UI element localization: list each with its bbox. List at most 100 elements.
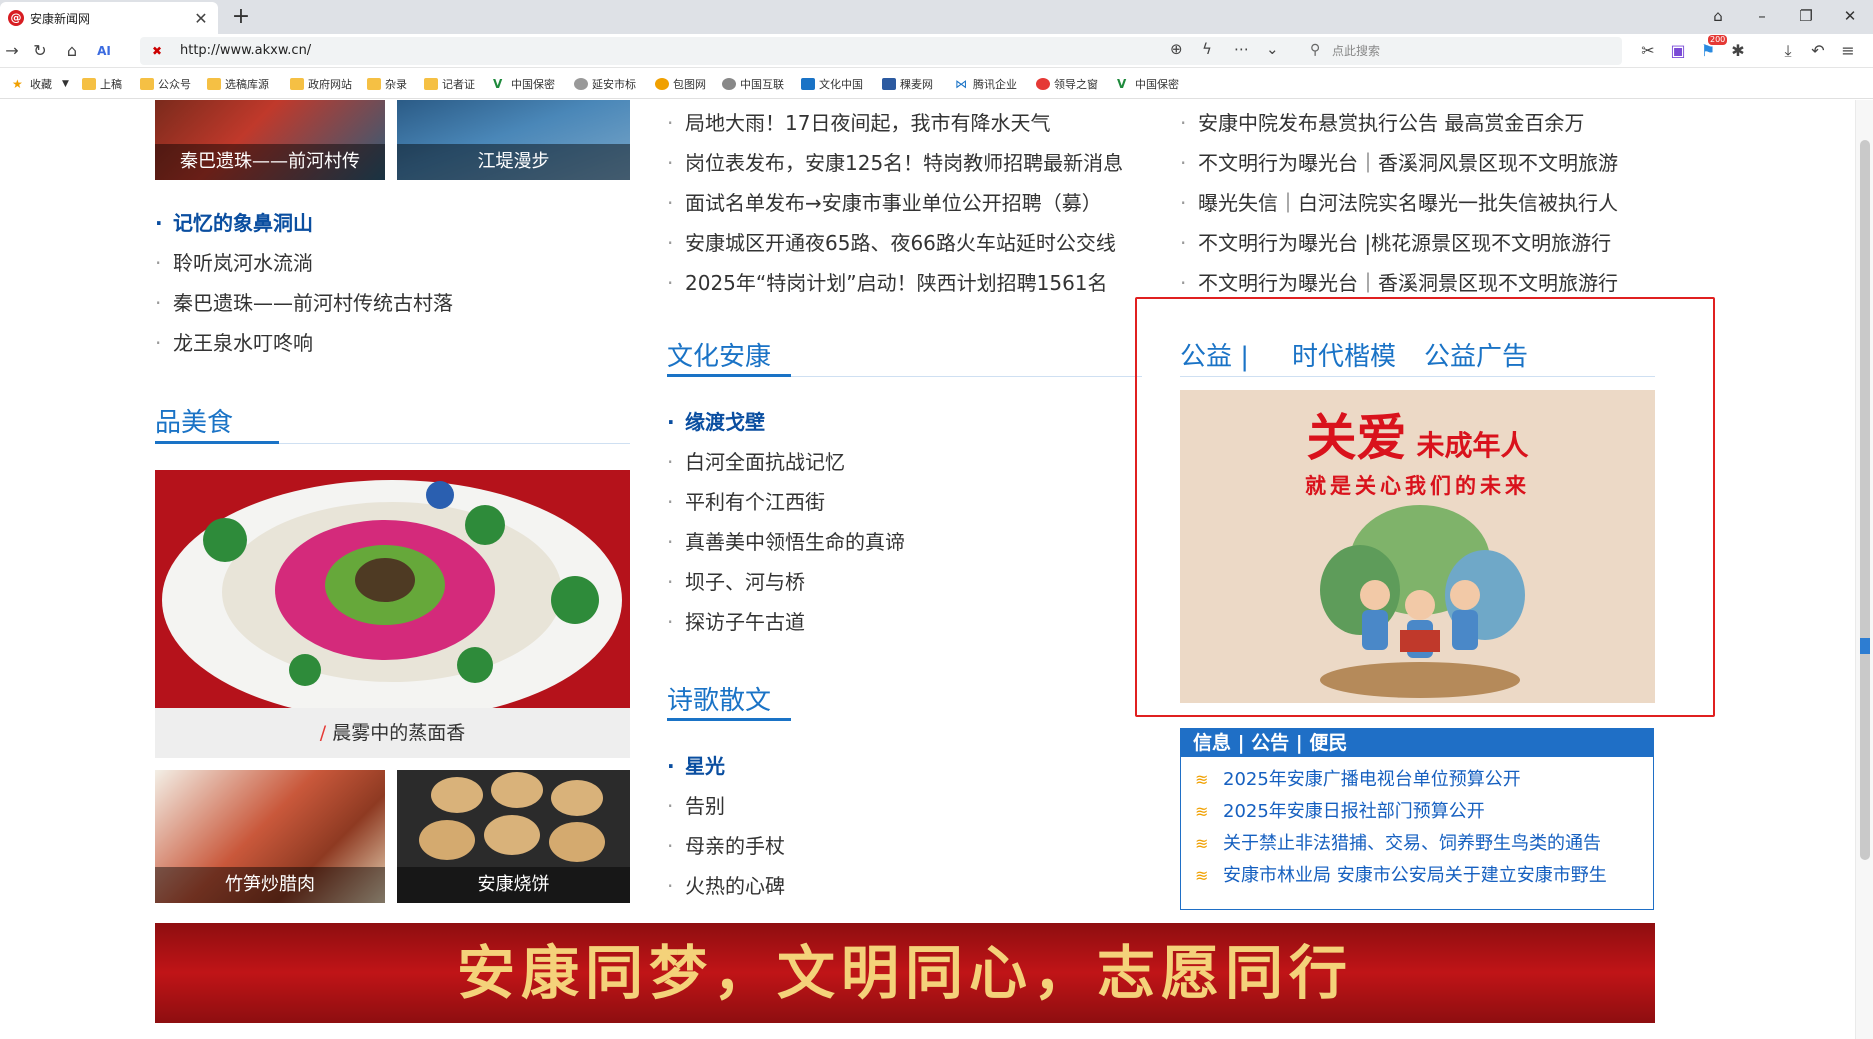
ai-assistant-icon[interactable]: AI: [92, 39, 116, 63]
list-item[interactable]: 龙王泉水叮咚响: [155, 323, 453, 363]
lightning-icon[interactable]: ϟ: [1202, 40, 1212, 58]
list-item[interactable]: 平利有个江西街: [667, 482, 905, 522]
food-main-caption-bar[interactable]: / 晨雾中的蒸面香: [155, 708, 630, 758]
bookmark-label: 收藏: [30, 78, 52, 91]
culture-article-list: 缘渡戈壁 白河全面抗战记忆 平利有个江西街 真善美中领悟生命的真谛 坝子、河与桥…: [667, 402, 905, 642]
list-item[interactable]: 秦巴遗珠——前河村传统古村落: [155, 283, 453, 323]
list-item[interactable]: 缘渡戈壁: [667, 402, 905, 442]
bookmarks-bar: ★ 收藏 ▼ 上稿 公众号 选稿库源 政府网站 杂录 记者证 V 中国保密 延安市标 …: [0, 69, 1873, 99]
flag-icon[interactable]: ⚑ 200: [1696, 35, 1728, 63]
more-icon[interactable]: ⋯: [1234, 40, 1249, 58]
bookmark-site[interactable]: 包图网: [655, 75, 706, 93]
bookmark-label: 稞麦网: [900, 78, 933, 91]
bookmark-site[interactable]: ⋈ 腾讯企业: [955, 75, 1017, 93]
tab-public-welfare[interactable]: 公益 |: [1180, 336, 1249, 373]
tab-public-ads[interactable]: 公益广告: [1424, 336, 1528, 373]
not-secure-icon[interactable]: ✖: [152, 43, 168, 59]
bookmark-site[interactable]: V 中国保密: [1117, 75, 1179, 93]
forward-arrow-icon[interactable]: →: [0, 39, 24, 63]
section-title-culture[interactable]: 文化安康: [667, 336, 771, 373]
dropdown-arrow-icon[interactable]: ▼: [62, 79, 69, 89]
bookmark-folder[interactable]: 记者证: [424, 75, 475, 93]
bookmark-folder[interactable]: 选稿库源: [207, 75, 269, 93]
scrollbar-position-marker: [1860, 638, 1870, 654]
shirt-skin-icon[interactable]: ⌂: [1698, 4, 1738, 28]
list-item[interactable]: 安康城区开通夜65路、夜66路火车站延时公交线: [667, 223, 1123, 263]
list-item[interactable]: 火热的心碑: [667, 866, 785, 906]
bookmark-label: 中国保密: [511, 78, 555, 91]
list-item[interactable]: 坝子、河与桥: [667, 562, 905, 602]
bookmark-site[interactable]: 中国互联: [722, 75, 784, 93]
list-item[interactable]: 安康中院发布悬赏执行公告 最高赏金百余万: [1180, 103, 1618, 143]
menu-icon[interactable]: ≡: [1836, 39, 1860, 63]
info-item[interactable]: ≋ 2025年安康日报社部门预算公开: [1195, 797, 1485, 827]
image-village[interactable]: 秦巴遗珠——前河村传: [155, 100, 385, 180]
section-title-food[interactable]: 品美食: [155, 402, 233, 439]
list-item[interactable]: 真善美中领悟生命的真谛: [667, 522, 905, 562]
list-item[interactable]: 2025年“特岗计划”启动！陕西计划招聘1561名: [667, 263, 1123, 303]
chevron-down-icon[interactable]: ⌄: [1266, 40, 1279, 58]
food-main-image[interactable]: [155, 470, 630, 708]
list-item[interactable]: 记忆的象鼻洞山: [155, 203, 453, 243]
zoom-icon[interactable]: ⊕: [1170, 40, 1183, 58]
list-item[interactable]: 局地大雨！17日夜间起，我市有降水天气: [667, 103, 1123, 143]
info-item[interactable]: ≋ 安康市林业局 安康市公安局关于建立安康市野生: [1195, 861, 1607, 891]
extensions-icon[interactable]: ✱: [1726, 39, 1750, 63]
list-item[interactable]: 母亲的手杖: [667, 826, 785, 866]
info-item[interactable]: ≋ 2025年安康广播电视台单位预算公开: [1195, 765, 1521, 795]
search-box[interactable]: ⚲ 点此搜索: [1300, 37, 1622, 65]
bookmark-site[interactable]: 延安市标: [574, 75, 636, 93]
food-image-ankang-bread[interactable]: 安康烧饼: [397, 770, 630, 903]
civilization-banner[interactable]: 安康同梦，文明同心，志愿同行: [155, 923, 1655, 1023]
search-icon: ⚲: [1310, 42, 1321, 58]
section-divider: [1180, 376, 1655, 377]
bookmark-site[interactable]: 稞麦网: [882, 75, 933, 93]
list-item[interactable]: 探访子午古道: [667, 602, 905, 642]
minimize-button[interactable]: –: [1742, 4, 1782, 28]
site-icon: [801, 78, 815, 90]
reload-icon[interactable]: ↻: [28, 39, 52, 63]
bookmark-site[interactable]: 文化中国: [801, 75, 863, 93]
page-scrollbar[interactable]: [1855, 100, 1873, 1039]
list-item[interactable]: 不文明行为曝光台 |桃花源景区现不文明旅游行: [1180, 223, 1618, 263]
home-icon[interactable]: ⌂: [60, 39, 84, 63]
list-item[interactable]: 星光: [667, 746, 785, 786]
download-icon[interactable]: ⤓: [1776, 39, 1800, 63]
list-item[interactable]: 不文明行为曝光台｜香溪洞风景区现不文明旅游: [1180, 143, 1618, 183]
list-item[interactable]: 告别: [667, 786, 785, 826]
bookmark-folder[interactable]: 政府网站: [290, 75, 352, 93]
food-image-bamboo-pork[interactable]: 竹笋炒腊肉: [155, 770, 385, 903]
bookmark-favorites[interactable]: ★ 收藏 ▼: [12, 75, 69, 93]
browser-tab[interactable]: @ 安康新闻网 ✕: [0, 2, 218, 34]
bookmark-folder[interactable]: 杂录: [367, 75, 407, 93]
address-bar[interactable]: ✖ http://www.akxw.cn/ ⊕ ϟ ⋯ ⌄: [140, 37, 1310, 65]
close-tab-icon[interactable]: ✕: [192, 9, 210, 28]
bookmark-folder[interactable]: 上稿: [82, 75, 122, 93]
undo-icon[interactable]: ↶: [1806, 39, 1830, 63]
info-item[interactable]: ≋ 关于禁止非法猎捕、交易、饲养野生鸟类的通告: [1195, 829, 1601, 859]
new-tab-button[interactable]: +: [228, 4, 254, 29]
restore-button[interactable]: ❐: [1786, 4, 1826, 28]
folder-icon: [207, 78, 221, 90]
section-title-poetry[interactable]: 诗歌散文: [667, 680, 771, 717]
folder-icon: [424, 78, 438, 90]
tab-role-models[interactable]: 时代楷模: [1292, 336, 1396, 373]
folder-icon: [140, 78, 154, 90]
list-item[interactable]: 岗位表发布，安康125名！特岗教师招聘最新消息: [667, 143, 1123, 183]
bookmark-folder[interactable]: 公众号: [140, 75, 191, 93]
scissors-icon[interactable]: ✂: [1636, 39, 1660, 63]
list-item[interactable]: 曝光失信｜白河法院实名曝光一批失信被执行人: [1180, 183, 1618, 223]
bookmark-site[interactable]: V 中国保密: [493, 75, 555, 93]
image-riverside[interactable]: 江堤漫步: [397, 100, 630, 180]
close-window-button[interactable]: ✕: [1830, 4, 1870, 28]
bookmark-label: 中国保密: [1135, 78, 1179, 91]
list-item[interactable]: 白河全面抗战记忆: [667, 442, 905, 482]
list-item[interactable]: 面试名单发布→安康市事业单位公开招聘（募）: [667, 183, 1123, 223]
bookmark-site[interactable]: 领导之窗: [1036, 75, 1098, 93]
list-item[interactable]: 聆听岚河水流淌: [155, 243, 453, 283]
site-icon: ⋈: [955, 77, 967, 91]
translate-icon[interactable]: ▣: [1666, 39, 1690, 63]
public-service-poster[interactable]: 关爱 未成年人 就是关心我们的未来: [1180, 390, 1655, 703]
scrollbar-thumb[interactable]: [1860, 140, 1870, 860]
info-box-header[interactable]: 信息 | 公告 | 便民: [1181, 729, 1653, 757]
